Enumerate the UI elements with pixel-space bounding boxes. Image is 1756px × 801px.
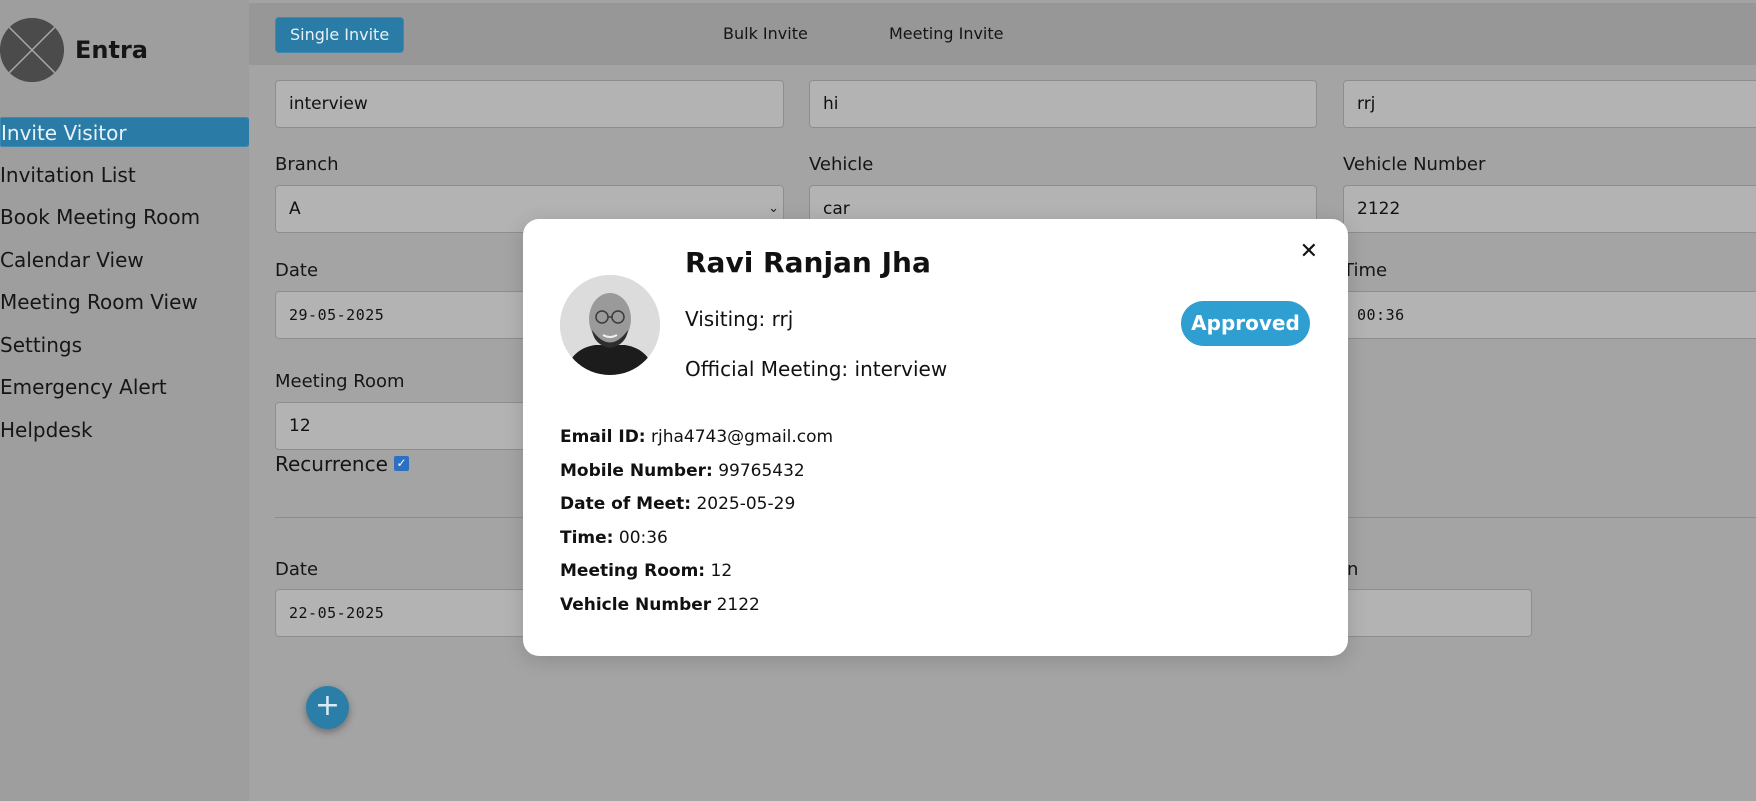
detail-value: 2122 — [716, 594, 760, 615]
detail-value: 00:36 — [618, 527, 668, 548]
status-badge: Approved — [1181, 301, 1310, 346]
sidebar-item-book-meeting-room[interactable]: Book Meeting Room — [0, 202, 250, 232]
sidebar-item-invitation-list[interactable]: Invitation List — [0, 160, 250, 190]
sidebar: Entra Invite Visitor Invitation List Boo… — [0, 0, 250, 801]
purpose-field[interactable]: interview — [275, 80, 784, 128]
visitor-details: Email ID: rjha4743@gmail.com Mobile Numb… — [560, 427, 833, 628]
detail-value: 12 — [710, 561, 733, 581]
add-button[interactable]: + — [306, 686, 349, 729]
visiting-value: rrj — [771, 307, 794, 331]
vehicle-label: Vehicle — [809, 154, 874, 175]
detail-label: Date of Meet: — [560, 494, 692, 514]
visiting-line: Visiting: rrj — [685, 307, 793, 331]
visitor-details-modal: ✕ Ravi Ranjan Jha Visiting: rrj Official… — [523, 219, 1348, 656]
sidebar-item-emergency-alert[interactable]: Emergency Alert — [0, 372, 250, 402]
sidebar-item-settings[interactable]: Settings — [0, 330, 250, 360]
detail-value: rjha4743@gmail.com — [651, 427, 834, 447]
entry-point-field[interactable]: hi — [809, 80, 1317, 128]
sidebar-item-calendar-view[interactable]: Calendar View — [0, 245, 250, 275]
date-label: Date — [275, 260, 319, 281]
official-meeting-line: Official Meeting: interview — [685, 357, 947, 381]
detail-label: Meeting Room: — [560, 561, 706, 581]
recurrence-checkbox[interactable]: ✓ — [394, 456, 409, 471]
recurrence-label: Recurrence — [275, 452, 388, 476]
recurrence-right-field[interactable] — [1343, 589, 1532, 637]
detail-label: Vehicle Number — [560, 594, 712, 615]
visiting-prefix: Visiting: — [685, 307, 766, 331]
recurrence-right-label: n — [1347, 559, 1359, 580]
detail-value: 99765432 — [718, 460, 805, 481]
close-icon[interactable]: ✕ — [1300, 239, 1318, 264]
official-value: interview — [854, 357, 948, 381]
detail-label: Mobile Number: — [560, 460, 713, 481]
visitor-name: Ravi Ranjan Jha — [685, 246, 931, 279]
detail-label: Email ID: — [560, 427, 646, 447]
detail-date-of-meet: Date of Meet: 2025-05-29 — [560, 494, 833, 528]
branch-label: Branch — [275, 154, 339, 175]
tab-single-invite[interactable]: Single Invite — [275, 17, 405, 53]
time-field[interactable]: 00:36 — [1343, 291, 1756, 339]
invite-tabs: Single Invite Bulk Invite Meeting Invite — [249, 3, 1756, 65]
detail-email: Email ID: rjha4743@gmail.com — [560, 427, 833, 461]
sidebar-nav: Invite Visitor Invitation List Book Meet… — [0, 117, 250, 457]
branch-value: A — [289, 199, 301, 219]
vehicle-number-field[interactable]: 2122 — [1343, 185, 1756, 233]
detail-time: Time: 00:36 — [560, 528, 833, 562]
tab-bulk-invite[interactable]: Bulk Invite — [709, 17, 822, 53]
sidebar-item-helpdesk[interactable]: Helpdesk — [0, 415, 250, 445]
detail-mobile: Mobile Number: 99765432 — [560, 461, 833, 495]
sidebar-item-invite-visitor[interactable]: Invite Visitor — [0, 117, 250, 147]
recurrence-date-label: Date — [275, 559, 319, 580]
app-name: Entra — [75, 36, 148, 64]
meeting-room-label: Meeting Room — [275, 371, 405, 392]
brand: Entra — [0, 18, 148, 82]
detail-vehicle-number: Vehicle Number 2122 — [560, 595, 833, 629]
official-prefix: Official Meeting: — [685, 357, 849, 381]
vehicle-number-label: Vehicle Number — [1343, 154, 1486, 175]
logo-icon — [0, 18, 64, 82]
detail-meeting-room: Meeting Room: 12 — [560, 561, 833, 595]
avatar — [560, 275, 660, 375]
host-field[interactable]: rrj — [1343, 80, 1756, 128]
detail-value: 2025-05-29 — [696, 494, 796, 514]
tab-meeting-invite[interactable]: Meeting Invite — [875, 17, 1017, 53]
plus-icon: + — [314, 688, 341, 723]
sidebar-item-meeting-room-view[interactable]: Meeting Room View — [0, 287, 250, 317]
app-root: Entra Invite Visitor Invitation List Boo… — [0, 0, 1756, 801]
time-label: Time — [1343, 260, 1388, 281]
detail-label: Time: — [560, 527, 614, 548]
